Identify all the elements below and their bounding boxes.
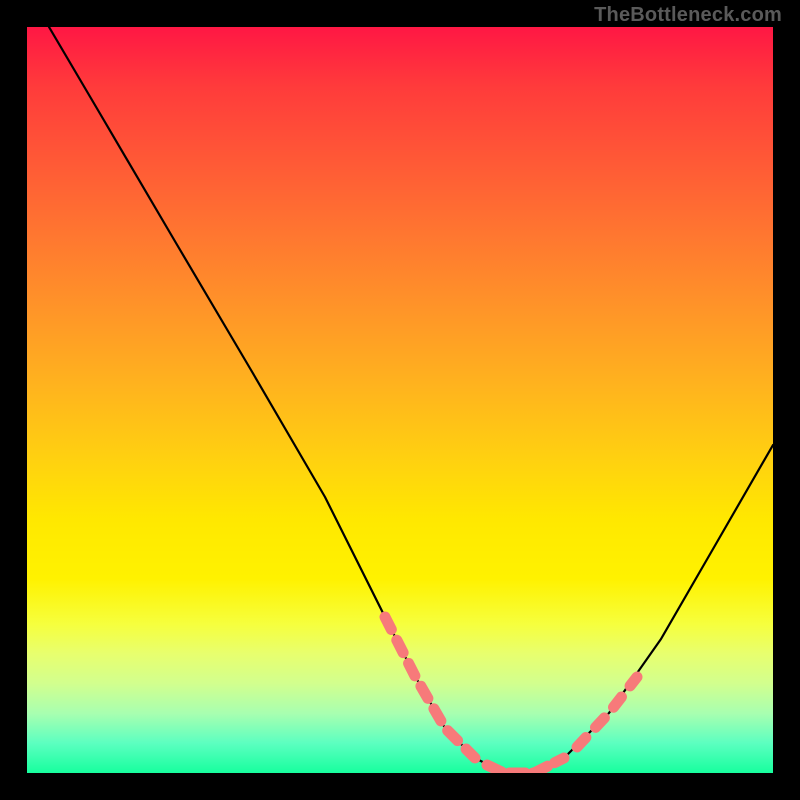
watermark-text: TheBottleneck.com — [594, 4, 782, 27]
chart-gradient-background — [27, 27, 773, 773]
